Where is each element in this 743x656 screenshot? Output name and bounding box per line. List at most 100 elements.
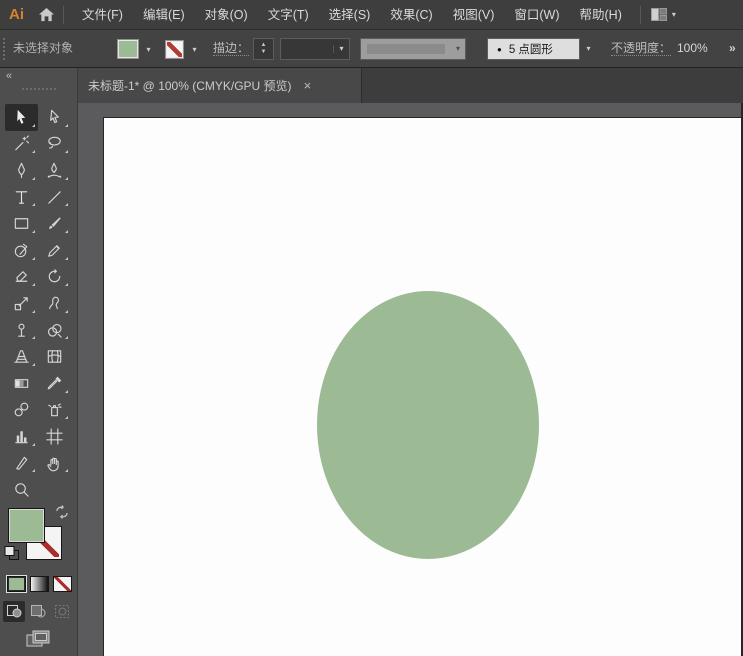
scale-tool-icon [14, 297, 28, 311]
width-profile-select[interactable]: ▾ [360, 38, 466, 60]
screen-mode-button[interactable] [24, 629, 52, 649]
draw-inside-button[interactable] [51, 601, 73, 622]
swap-fill-stroke-icon[interactable] [54, 505, 70, 519]
rotate-tool-icon [48, 269, 61, 283]
mesh-tool[interactable] [38, 343, 71, 370]
scale-tool[interactable] [5, 290, 38, 317]
hand-tool[interactable] [38, 450, 71, 477]
menu-item-3[interactable]: 对象(O) [195, 0, 258, 30]
selection-tool[interactable] [5, 104, 38, 131]
paintbrush-tool[interactable] [38, 210, 71, 237]
perspective-grid-tool[interactable] [5, 343, 38, 370]
rectangle-tool[interactable] [5, 210, 38, 237]
shaper-tool[interactable] [5, 237, 38, 264]
mesh-tool-icon [47, 350, 62, 363]
stroke-weight-select[interactable]: ▾ [280, 38, 350, 60]
menu-item-4[interactable]: 文字(T) [258, 0, 319, 30]
menu-item-9[interactable]: 帮助(H) [570, 0, 632, 30]
free-transform-tool[interactable] [5, 317, 38, 344]
opacity-value[interactable]: 100% [677, 30, 708, 67]
pen-tool[interactable] [5, 157, 38, 184]
artboard[interactable] [103, 117, 741, 656]
fill-color-swatch[interactable] [117, 39, 139, 59]
eyedropper-tool-icon [47, 376, 62, 390]
symbol-sprayer-tool-icon [48, 403, 62, 417]
arrange-documents-button[interactable]: ▾ [650, 8, 676, 21]
blend-tool-icon [14, 402, 29, 417]
control-bar: 未选择对象 ▾ ▾ 描边： ▲ ▼ ▾ ▾ ● 5 点圆形 ▾ 不透明度： 10… [0, 30, 743, 68]
main-area: « 未标题-1* @ 100% (CMYK/GPU 预览) × [0, 68, 743, 656]
curvature-tool[interactable] [38, 157, 71, 184]
eraser-tool[interactable] [5, 264, 38, 291]
none-mode-button[interactable] [53, 576, 72, 592]
color-mode-button[interactable] [7, 576, 26, 592]
green-ellipse[interactable] [317, 291, 539, 559]
artboard-tool-icon [46, 428, 63, 445]
brush-definition-select[interactable]: ● 5 点圆形 [487, 38, 580, 60]
default-fill-stroke-icon[interactable] [4, 546, 20, 561]
curvature-tool-icon [47, 162, 62, 178]
type-tool[interactable] [5, 184, 38, 211]
collapse-panel-icon[interactable]: « [6, 70, 12, 82]
menu-item-6[interactable]: 效果(C) [380, 0, 442, 30]
puppet-warp-tool[interactable] [38, 290, 71, 317]
rectangle-tool-icon [14, 218, 29, 229]
shape-builder-tool-icon [47, 323, 62, 338]
menu-item-2[interactable]: 编辑(E) [133, 0, 195, 30]
artboard-tool[interactable] [38, 423, 71, 450]
rotate-tool[interactable] [38, 264, 71, 291]
pasteboard[interactable] [78, 103, 743, 656]
gradient-mode-button[interactable] [30, 576, 49, 592]
paintbrush-tool-icon [49, 217, 61, 230]
stroke-chevron-down-icon[interactable]: ▾ [187, 39, 202, 60]
line-segment-tool[interactable] [38, 184, 71, 211]
stroke-weight-stepper[interactable]: ▲ ▼ [253, 38, 274, 60]
magic-wand-tool-icon [15, 135, 30, 151]
home-icon[interactable] [37, 7, 55, 23]
overflow-chevron-icon[interactable]: » [729, 30, 736, 67]
symbol-sprayer-tool[interactable] [38, 397, 71, 424]
menu-items: 文件(F) 编辑(E) 对象(O) 文字(T) 选择(S) 效果(C) 视图(V) 窗口(W)… [72, 0, 632, 29]
pencil-tool-icon [48, 244, 60, 257]
fill-indicator-swatch[interactable] [8, 508, 45, 543]
menu-item-8[interactable]: 窗口(W) [504, 0, 569, 30]
eyedropper-tool[interactable] [38, 370, 71, 397]
document-tab[interactable]: 未标题-1* @ 100% (CMYK/GPU 预览) × [78, 68, 362, 103]
menu-item-7[interactable]: 视图(V) [443, 0, 505, 30]
zoom-tool[interactable] [5, 476, 38, 503]
panel-grip-dots[interactable] [22, 88, 56, 90]
artwork-layer [317, 291, 539, 559]
brush-chevron-down-icon[interactable]: ▾ [581, 38, 596, 60]
lasso-tool[interactable] [38, 131, 71, 158]
perspective-grid-tool-icon [14, 350, 29, 363]
slice-tool[interactable] [5, 450, 38, 477]
column-graph-tool[interactable] [5, 423, 38, 450]
panel-grip[interactable] [3, 38, 7, 60]
draw-normal-button[interactable] [3, 601, 25, 622]
magic-wand-tool[interactable] [5, 131, 38, 158]
draw-behind-button[interactable] [27, 601, 49, 622]
brush-preview-dot: ● [497, 44, 502, 54]
chevron-down-icon: ▾ [671, 9, 676, 19]
menu-item-1[interactable]: 文件(F) [72, 0, 133, 30]
stepper-down-icon[interactable]: ▼ [261, 49, 267, 56]
stroke-color-swatch[interactable] [165, 40, 184, 59]
menu-divider [63, 5, 64, 24]
stepper-up-icon[interactable]: ▲ [261, 42, 267, 49]
opacity-label[interactable]: 不透明度： [611, 30, 672, 67]
direct-selection-tool[interactable] [38, 104, 71, 131]
lasso-tool-icon [48, 137, 61, 150]
puppet-warp-tool-icon [49, 296, 60, 310]
tab-close-icon[interactable]: × [304, 79, 312, 92]
zoom-tool-icon [15, 483, 29, 497]
illustrator-window: Ai 文件(F) 编辑(E) 对象(O) 文字(T) 选择(S) 效果(C) 视图(V) 窗口… [0, 0, 743, 656]
stroke-weight-label[interactable]: 描边： [213, 30, 250, 67]
menu-item-5[interactable]: 选择(S) [319, 0, 381, 30]
fill-chevron-down-icon[interactable]: ▾ [141, 39, 156, 60]
shape-builder-tool[interactable] [38, 317, 71, 344]
line-segment-tool-icon [48, 190, 61, 204]
arrange-documents-icon [650, 8, 667, 21]
gradient-tool[interactable] [5, 370, 38, 397]
blend-tool[interactable] [5, 397, 38, 424]
pencil-tool[interactable] [38, 237, 71, 264]
